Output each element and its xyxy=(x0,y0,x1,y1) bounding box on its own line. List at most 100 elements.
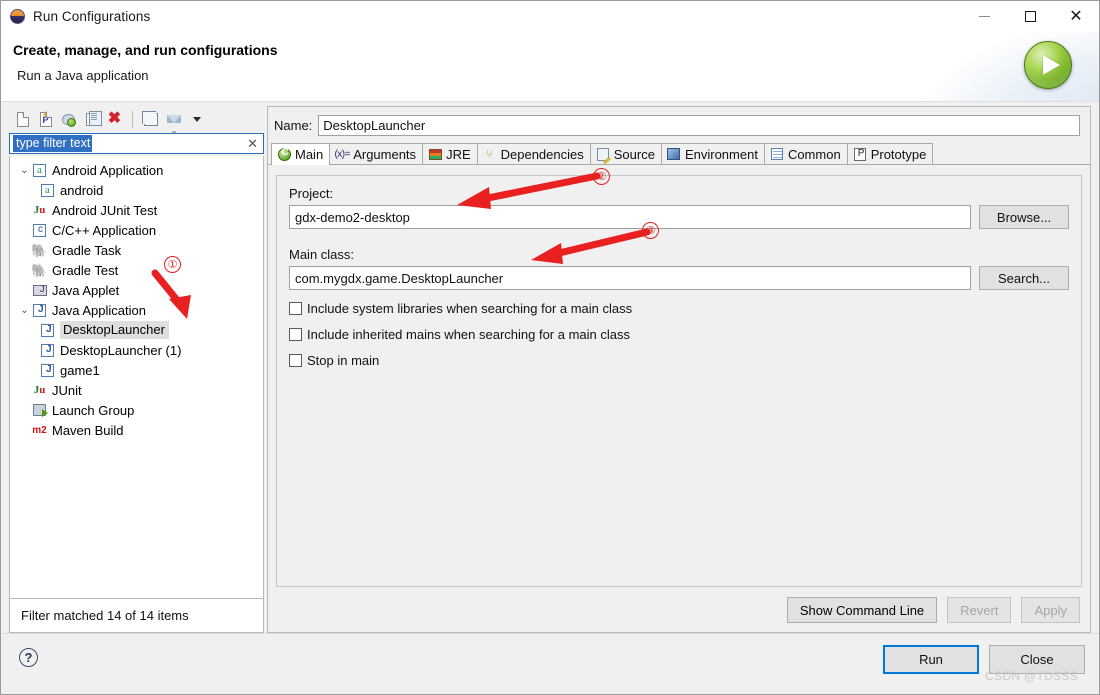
tree-item-gradle-task[interactable]: 🐘 Gradle Task xyxy=(10,240,263,260)
filter-input[interactable]: type filter text ✕ xyxy=(9,133,264,154)
tree-item-gradle-test[interactable]: 🐘 Gradle Test xyxy=(10,260,263,280)
tab-label: Dependencies xyxy=(500,146,584,162)
window-title: Run Configurations xyxy=(33,9,151,24)
maven-icon: m2 xyxy=(32,424,47,436)
launch-configurations-panel: + P ✦ ✖ type filter text ✕ ⌄ a Android A… xyxy=(9,106,264,633)
name-input[interactable] xyxy=(318,115,1080,136)
tree-item-label: DesktopLauncher xyxy=(60,321,169,339)
new-launch-configuration-icon[interactable]: + xyxy=(12,109,33,130)
tree-item-android-junit-test[interactable]: Ju Android JUnit Test xyxy=(10,200,263,220)
tree-item-launch-group[interactable]: Launch Group xyxy=(10,400,263,420)
tab-environment[interactable]: Environment xyxy=(660,143,765,164)
export-launch-configuration-icon[interactable] xyxy=(58,109,79,130)
launch-configuration-tree[interactable]: ⌄ Android Application android Ju Android JUn… xyxy=(9,156,264,599)
tree-item-maven-build[interactable]: m2 Maven Build xyxy=(10,420,263,440)
tree-item-game1[interactable]: game1 xyxy=(10,360,263,380)
android-icon xyxy=(39,183,56,197)
apply-button[interactable]: Apply xyxy=(1021,597,1080,623)
collapse-all-icon[interactable] xyxy=(140,109,161,130)
tab-label: Source xyxy=(613,146,655,162)
tree-item-c-c-application[interactable]: C/C++ Application xyxy=(10,220,263,240)
tree-item-desktoplauncher[interactable]: DesktopLauncher xyxy=(10,320,263,340)
tab-prototype[interactable]: Prototype xyxy=(846,143,934,164)
filter-status-text: Filter matched 14 of 14 items xyxy=(9,598,264,633)
delete-icon[interactable]: ✖ xyxy=(104,109,125,130)
checkbox-label: Include inherited mains when searching f… xyxy=(307,327,631,342)
twisty-expanded-icon[interactable]: ⌄ xyxy=(18,305,31,316)
name-label: Name: xyxy=(274,118,313,133)
show-command-line-button[interactable]: Show Command Line xyxy=(786,597,938,623)
main-settings-group: Project: Browse... Main class: Search...… xyxy=(276,175,1082,587)
tree-item-label: Android JUnit Test xyxy=(52,202,158,218)
checkbox-row[interactable]: Include inherited mains when searching f… xyxy=(289,327,1069,342)
watermark: CSDN @TDSSS xyxy=(985,669,1078,683)
checkbox-icon[interactable] xyxy=(289,328,302,341)
header-title: Create, manage, and run configurations xyxy=(13,42,278,58)
help-icon[interactable]: ? xyxy=(19,648,38,667)
filter-icon[interactable] xyxy=(163,109,184,137)
close-button[interactable]: ✕ xyxy=(1053,1,1099,32)
tree-item-desktoplauncher-1[interactable]: DesktopLauncher (1) xyxy=(10,340,263,360)
play-triangle-icon xyxy=(1042,55,1060,75)
run-button[interactable]: Run xyxy=(883,645,979,674)
checkbox-row[interactable]: Include system libraries when searching … xyxy=(289,301,1069,316)
gradle-elephant-icon: 🐘 xyxy=(31,262,48,278)
checkbox-icon[interactable] xyxy=(289,302,302,315)
dependencies-tab-icon: ⑂ xyxy=(486,147,494,161)
tab-label: Prototype xyxy=(870,146,927,162)
checkbox-label: Stop in main xyxy=(307,353,380,368)
run-configurations-dialog: Run Configurations ✕ Create, manage, and… xyxy=(0,0,1100,695)
tree-item-android-application[interactable]: ⌄ Android Application xyxy=(10,160,263,180)
dialog-footer: ? Run Close CSDN @TDSSS xyxy=(1,633,1099,694)
tab-label: Main xyxy=(295,147,324,162)
cpp-icon xyxy=(31,223,48,237)
tab-main[interactable]: Main xyxy=(271,143,331,165)
tree-item-android[interactable]: android xyxy=(10,180,263,200)
checkbox-row[interactable]: Stop in main xyxy=(289,353,1069,368)
tab-source[interactable]: Source xyxy=(589,143,662,164)
common-tab-icon xyxy=(770,147,784,161)
maximize-button[interactable] xyxy=(1007,1,1053,32)
clear-icon[interactable]: ✕ xyxy=(247,137,258,150)
tab-dependencies[interactable]: ⑂ Dependencies xyxy=(476,143,591,164)
eclipse-icon xyxy=(10,9,25,24)
main-tab-content: Project: Browse... Main class: Search...… xyxy=(268,169,1090,587)
project-input[interactable] xyxy=(289,205,971,229)
revert-button[interactable]: Revert xyxy=(947,597,1012,623)
tab-common[interactable]: Common xyxy=(763,143,848,164)
source-tab-icon xyxy=(596,147,610,161)
tree-item-label: Java Application xyxy=(52,302,146,318)
tree-item-label: android xyxy=(60,182,104,198)
new-prototype-icon[interactable]: P ✦ xyxy=(35,109,56,130)
close-icon: ✕ xyxy=(1069,7,1083,25)
tree-item-junit[interactable]: Ju JUnit xyxy=(10,380,263,400)
tree-item-label: DesktopLauncher (1) xyxy=(60,342,182,358)
main-class-label: Main class: xyxy=(289,247,355,262)
dialog-header: Create, manage, and run configurations R… xyxy=(1,32,1099,102)
arguments-tab-icon: (x)= xyxy=(334,148,350,160)
tree-item-label: Gradle Test xyxy=(52,262,119,278)
annotation-number-2: ② xyxy=(593,168,610,185)
project-row: Browse... xyxy=(289,205,1069,229)
duplicate-icon[interactable] xyxy=(81,109,102,130)
checkbox-icon[interactable] xyxy=(289,354,302,367)
tab-jre[interactable]: JRE xyxy=(422,143,478,164)
search-button[interactable]: Search... xyxy=(979,266,1069,290)
tab-label: Common xyxy=(787,146,841,162)
main-tab-icon xyxy=(277,147,291,162)
tab-label: Arguments xyxy=(353,146,417,162)
main-class-input[interactable] xyxy=(289,266,971,290)
annotation-number-3: ③ xyxy=(642,222,659,239)
tab-arguments[interactable]: (x)= Arguments xyxy=(329,143,424,164)
toolbar-divider xyxy=(132,110,133,128)
tree-item-label: Gradle Task xyxy=(52,242,122,258)
minimize-button[interactable] xyxy=(961,1,1007,32)
junit-android-icon: Ju xyxy=(33,204,46,216)
browse-button[interactable]: Browse... xyxy=(979,205,1069,229)
tree-item-java-application[interactable]: ⌄ Java Application xyxy=(10,300,263,320)
twisty-expanded-icon[interactable]: ⌄ xyxy=(18,165,31,176)
view-menu-icon[interactable] xyxy=(186,109,207,130)
java-application-icon xyxy=(39,343,56,357)
junit-icon: Ju xyxy=(33,384,46,396)
tree-item-java-applet[interactable]: Java Applet xyxy=(10,280,263,300)
